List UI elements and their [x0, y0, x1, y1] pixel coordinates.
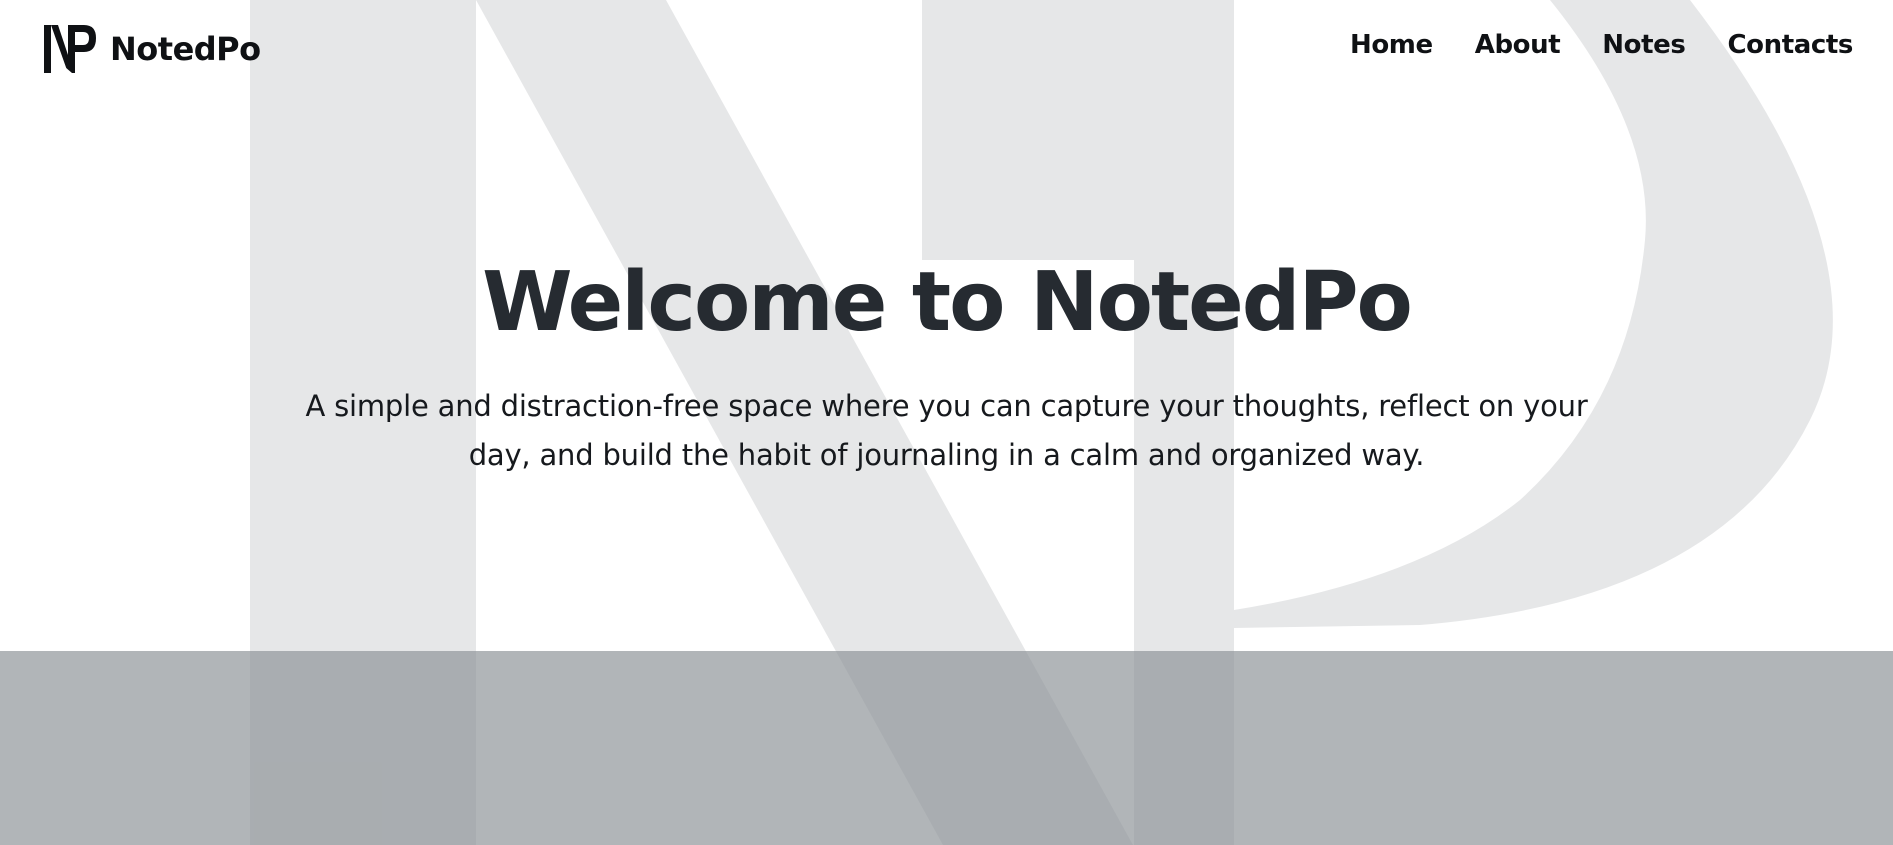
hero-section: Welcome to NotedPo A simple and distract… — [0, 255, 1893, 480]
nav-item-contacts: Contacts — [1727, 30, 1853, 60]
hero-title: Welcome to NotedPo — [482, 255, 1413, 350]
footer-band — [0, 651, 1893, 845]
site-header: NotedPo Home About Notes Contacts — [0, 0, 1893, 100]
nav-item-about: About — [1475, 30, 1561, 60]
hero-subtitle: A simple and distraction-free space wher… — [305, 389, 1588, 473]
np-logo-icon — [44, 25, 96, 73]
brand-logo-link[interactable]: NotedPo — [44, 25, 261, 73]
main-nav: Home About Notes Contacts — [1350, 30, 1853, 60]
nav-link-contacts[interactable]: Contacts — [1727, 30, 1853, 60]
nav-link-about[interactable]: About — [1475, 30, 1561, 60]
nav-link-notes[interactable]: Notes — [1602, 30, 1686, 60]
nav-link-home[interactable]: Home — [1350, 30, 1433, 60]
brand-name: NotedPo — [110, 30, 261, 68]
landing-page: NotedPo Home About Notes Contacts Welcom… — [0, 0, 1893, 845]
nav-item-home: Home — [1350, 30, 1433, 60]
nav-item-notes: Notes — [1602, 30, 1686, 60]
